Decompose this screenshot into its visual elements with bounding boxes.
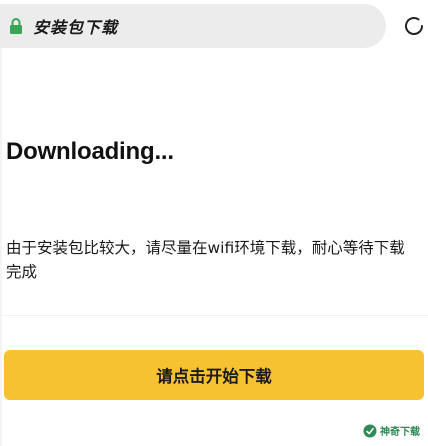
divider — [0, 315, 428, 316]
download-notice: 由于安装包比较大，请尽量在wifi环境下载，耐心等待下载完成 — [6, 239, 405, 281]
address-bar[interactable]: 安装包下载 — [0, 4, 386, 48]
watermark-logo-icon — [363, 424, 377, 438]
watermark: 神奇下载 — [363, 423, 420, 438]
url-text: 安装包下载 — [33, 18, 119, 37]
left-edge-divider — [0, 48, 2, 446]
lock-icon — [9, 17, 23, 35]
page: 安装包下载 Downloading... 由于安装包比较大，请尽量在wifi环境… — [0, 0, 428, 446]
refresh-icon[interactable] — [402, 14, 426, 38]
start-download-button[interactable]: 请点击开始下载 — [4, 350, 424, 400]
page-title: Downloading... — [6, 138, 174, 165]
watermark-text: 神奇下载 — [380, 427, 420, 438]
